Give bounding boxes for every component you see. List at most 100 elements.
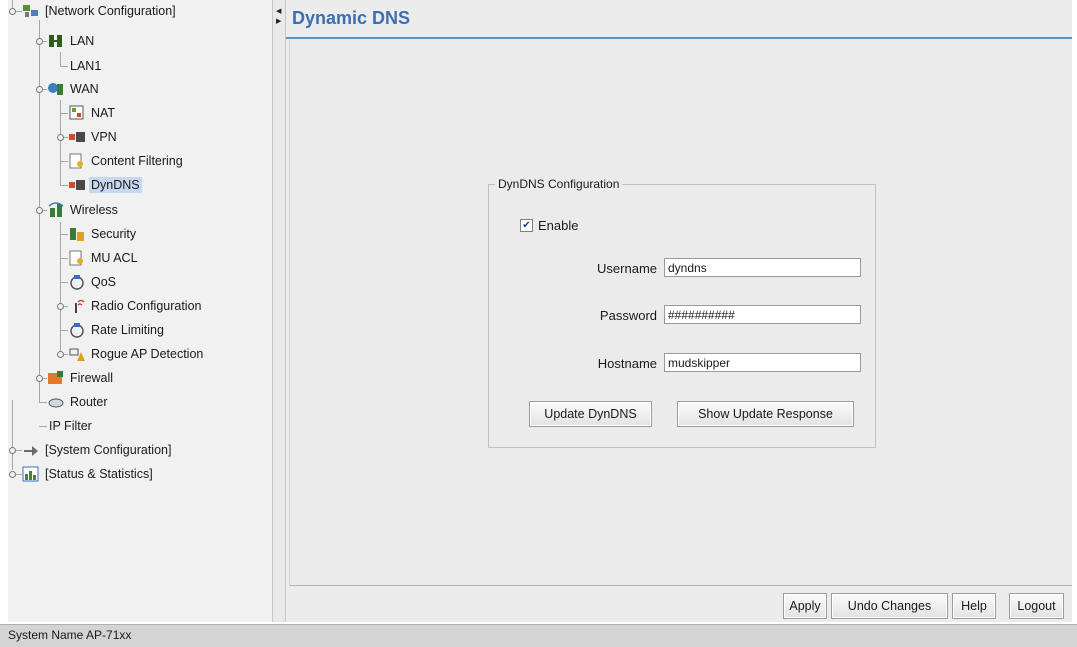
- tree-line: [60, 222, 61, 356]
- tree-item-vpn[interactable]: VPN: [68, 127, 119, 147]
- tree-item-rate-limiting[interactable]: Rate Limiting: [68, 320, 166, 340]
- tree-item-content-filtering[interactable]: Content Filtering: [68, 151, 185, 171]
- hostname-label: Hostname: [597, 356, 657, 371]
- tree-item-wireless[interactable]: Wireless: [47, 200, 120, 220]
- tree-item-dyndns[interactable]: DynDNS: [68, 175, 142, 195]
- tree-line: [60, 330, 68, 331]
- tree-line: [60, 161, 68, 162]
- tree-item-network-configuration[interactable]: [Network Configuration]: [22, 1, 178, 21]
- tree-toggle[interactable]: [9, 8, 16, 15]
- tree-item-label: QoS: [91, 275, 117, 289]
- username-row: Username: [489, 258, 875, 280]
- tree-item-rogue-ap-detection[interactable]: Rogue AP Detection: [68, 344, 205, 364]
- group-title: DynDNS Configuration: [495, 177, 623, 191]
- tree-item-qos[interactable]: QoS: [68, 272, 118, 292]
- tree-item-label: Firewall: [70, 371, 114, 385]
- content-filtering-icon: [68, 153, 86, 169]
- tree-item-firewall[interactable]: Firewall: [47, 368, 115, 388]
- help-button[interactable]: Help: [952, 593, 996, 619]
- password-row: Password: [489, 305, 875, 327]
- username-field[interactable]: [664, 258, 861, 277]
- tree-item-label: IP Filter: [49, 419, 92, 433]
- tree-item-label: LAN1: [70, 59, 102, 73]
- tree-item-lan1[interactable]: LAN1: [68, 56, 103, 76]
- hostname-row: Hostname: [489, 353, 875, 375]
- tree-line: [60, 113, 68, 114]
- navigation-tree: [Network Configuration] LAN LAN1 WAN NAT…: [8, 0, 273, 622]
- system-name-status: System Name AP-71xx: [8, 628, 132, 642]
- content-pane: Dynamic DNS DynDNS Configuration ✔ Enabl…: [286, 0, 1072, 622]
- enable-checkbox-row[interactable]: ✔ Enable: [520, 218, 578, 233]
- collapse-left-icon[interactable]: ◀: [276, 8, 281, 15]
- tree-item-label: NAT: [91, 106, 116, 120]
- tree-item-label: Security: [91, 227, 137, 241]
- tree-item-label: Rate Limiting: [91, 323, 164, 337]
- tree-line: [60, 234, 68, 235]
- show-update-response-button[interactable]: Show Update Response: [677, 401, 854, 427]
- tree-item-router[interactable]: Router: [47, 392, 110, 412]
- pane-splitter[interactable]: ◀ ▶: [273, 0, 286, 622]
- enable-checkbox[interactable]: ✔: [520, 219, 533, 232]
- tree-item-label: Radio Configuration: [91, 299, 202, 313]
- tree-toggle[interactable]: [9, 471, 16, 478]
- tree-item-security[interactable]: Security: [68, 224, 138, 244]
- tree-item-label: LAN: [70, 34, 95, 48]
- password-label: Password: [599, 308, 657, 323]
- tree-line: [60, 66, 68, 67]
- tree-item-radio-configuration[interactable]: Radio Configuration: [68, 296, 204, 316]
- tree-item-system-configuration[interactable]: [System Configuration]: [22, 440, 173, 460]
- tree-toggle[interactable]: [9, 447, 16, 454]
- router-icon: [47, 394, 65, 410]
- logout-button[interactable]: Logout: [1009, 593, 1064, 619]
- tree-item-label: [Status & Statistics]: [45, 467, 153, 481]
- tree-item-label: Router: [70, 395, 108, 409]
- page-title: Dynamic DNS: [292, 8, 411, 28]
- firewall-icon: [47, 370, 65, 386]
- tree-item-wan[interactable]: WAN: [47, 79, 101, 99]
- tree-item-lan[interactable]: LAN: [47, 31, 96, 51]
- tree-toggle[interactable]: [57, 351, 64, 358]
- dyndns-configuration-group: DynDNS Configuration ✔ Enable Username P…: [488, 177, 876, 448]
- tree-toggle[interactable]: [36, 375, 43, 382]
- tree-toggle[interactable]: [36, 86, 43, 93]
- tree-toggle[interactable]: [57, 134, 64, 141]
- tree-item-ip-filter[interactable]: IP Filter: [47, 416, 94, 436]
- tree-toggle[interactable]: [36, 38, 43, 45]
- password-field[interactable]: [664, 305, 861, 324]
- tree-item-mu-acl[interactable]: MU ACL: [68, 248, 140, 268]
- tree-item-label: Wireless: [70, 203, 118, 217]
- enable-label: Enable: [538, 218, 579, 233]
- tree-item-label: DynDNS: [89, 177, 142, 193]
- wan-icon: [47, 81, 65, 97]
- tree-item-label: Rogue AP Detection: [91, 347, 204, 361]
- rate-limiting-icon: [68, 322, 86, 338]
- tree-toggle[interactable]: [36, 207, 43, 214]
- tree-toggle[interactable]: [57, 303, 64, 310]
- tree-line: [60, 185, 68, 186]
- tree-line: [39, 426, 47, 427]
- tree-item-label: Content Filtering: [91, 154, 183, 168]
- update-dyndns-button[interactable]: Update DynDNS: [529, 401, 652, 427]
- hostname-field[interactable]: [664, 353, 861, 372]
- tree-line: [12, 400, 13, 470]
- tree-line: [60, 258, 68, 259]
- tree-item-status-statistics[interactable]: [Status & Statistics]: [22, 464, 155, 484]
- wireless-icon: [47, 202, 65, 218]
- title-divider: [286, 37, 1072, 39]
- tree-line: [39, 402, 47, 403]
- tree-item-label: [Network Configuration]: [45, 4, 176, 18]
- collapse-right-icon[interactable]: ▶: [276, 18, 281, 25]
- tree-item-nat[interactable]: NAT: [68, 103, 117, 123]
- tree-line: [60, 282, 68, 283]
- radio-config-icon: [68, 298, 86, 314]
- tree-line: [60, 52, 61, 66]
- tree-item-label: [System Configuration]: [45, 443, 172, 457]
- username-label: Username: [597, 261, 657, 276]
- mu-acl-icon: [68, 250, 86, 266]
- status-stats-icon: [22, 466, 40, 482]
- settings-panel: DynDNS Configuration ✔ Enable Username P…: [289, 40, 1072, 586]
- undo-changes-button[interactable]: Undo Changes: [831, 593, 948, 619]
- apply-button[interactable]: Apply: [783, 593, 827, 619]
- action-bar: Apply Undo Changes Help Logout: [286, 586, 1072, 622]
- tree-item-label: WAN: [70, 82, 99, 96]
